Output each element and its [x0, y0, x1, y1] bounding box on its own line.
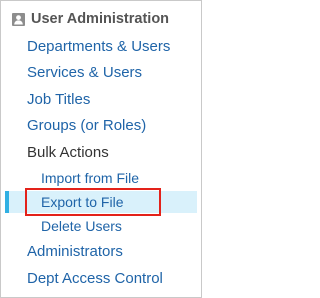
- user-administration-panel: User Administration Departments & Users …: [0, 0, 202, 298]
- menu-item-delete-users[interactable]: Delete Users: [41, 216, 122, 236]
- export-highlight-box: [25, 188, 161, 216]
- menu-item-groups-roles[interactable]: Groups (or Roles): [27, 115, 146, 137]
- menu-item-services-users[interactable]: Services & Users: [27, 62, 142, 84]
- menu-item-dept-access-control[interactable]: Dept Access Control: [27, 268, 163, 290]
- panel-title: User Administration: [31, 11, 170, 27]
- menu-item-administrators[interactable]: Administrators: [27, 241, 123, 263]
- menu-item-job-titles[interactable]: Job Titles: [27, 89, 90, 111]
- menu-section-bulk-actions: Bulk Actions: [27, 144, 109, 161]
- panel-header: User Administration: [12, 9, 169, 29]
- selected-item-marker: [5, 191, 9, 213]
- menu-item-import-from-file[interactable]: Import from File: [41, 168, 139, 188]
- menu-item-departments-users[interactable]: Departments & Users: [27, 36, 170, 58]
- user-admin-icon: [12, 12, 25, 26]
